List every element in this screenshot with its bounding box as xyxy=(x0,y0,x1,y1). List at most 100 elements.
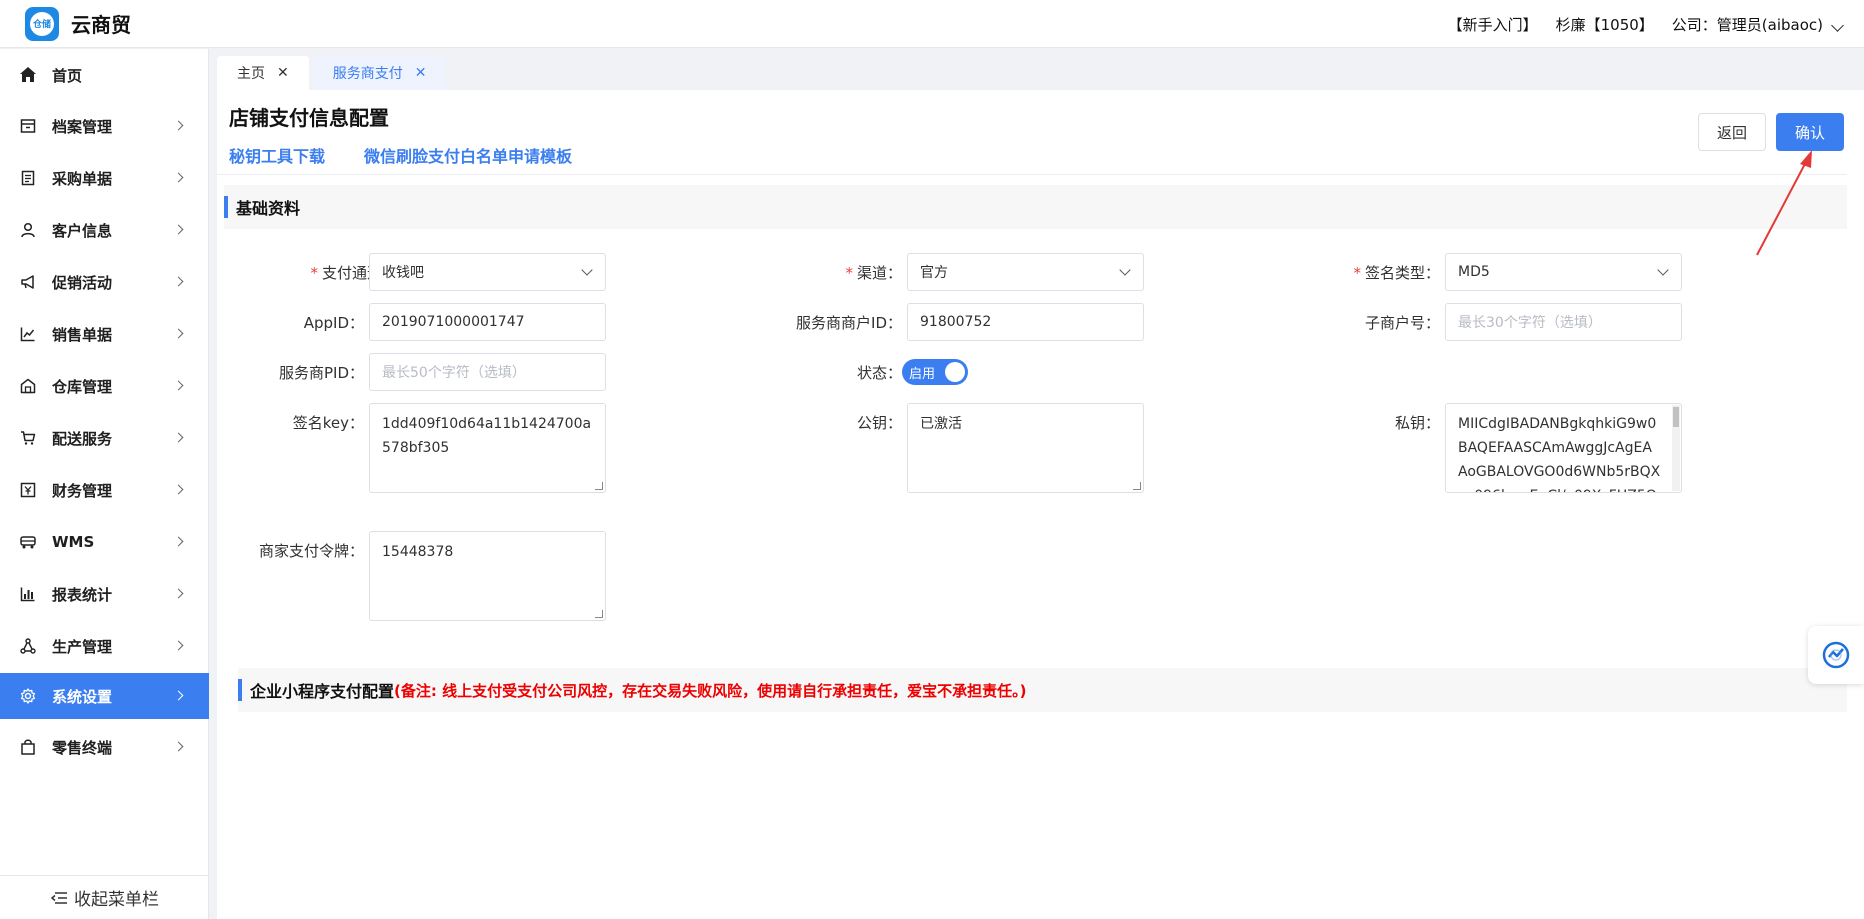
sidebar-item-customer[interactable]: 客户信息 xyxy=(0,207,209,253)
route-label: * 渠道： xyxy=(845,264,902,282)
chevron-right-icon xyxy=(173,172,184,183)
bag-icon xyxy=(18,737,38,757)
channel-value: 收钱吧 xyxy=(382,265,424,281)
status-label: 状态： xyxy=(856,364,902,382)
sidebar-item-home[interactable]: 首页 xyxy=(0,52,209,98)
sidebar-item-purchase[interactable]: 采购单据 xyxy=(0,155,209,201)
token-textarea[interactable]: 15448378 xyxy=(369,531,606,621)
top-header: 仓储 云商贸 【新手入门】 杉廉【1050】 公司：管理员(aibaoc) xyxy=(0,0,1864,48)
route-value: 官方 xyxy=(920,265,948,281)
chevron-right-icon xyxy=(173,120,184,131)
sidebar-item-label: 采购单据 xyxy=(52,169,113,188)
sub-merchant-label: 子商户号： xyxy=(1364,314,1440,332)
appid-input[interactable]: 2019071000001747 xyxy=(369,303,606,341)
sidebar-item-label: 客户信息 xyxy=(52,221,113,240)
section-title: 企业小程序支付配置 xyxy=(250,682,395,701)
chevron-down-icon xyxy=(1119,264,1131,276)
sidebar-item-label: WMS xyxy=(52,533,95,551)
route-select[interactable]: 官方 xyxy=(907,253,1144,291)
back-button[interactable]: 返回 xyxy=(1698,113,1766,151)
sidebar-item-retail[interactable]: 零售终端 xyxy=(0,724,209,770)
public-key-label: 公钥： xyxy=(856,414,902,432)
merchant-id-value: 91800752 xyxy=(920,314,992,330)
bar-chart-icon xyxy=(18,584,38,604)
sidebar-item-label: 系统设置 xyxy=(52,687,113,706)
chevron-right-icon xyxy=(173,640,184,651)
pid-placeholder: 最长50个字符（选填） xyxy=(382,365,526,381)
resize-handle[interactable] xyxy=(595,610,603,618)
section-accent-bar xyxy=(224,196,228,218)
collapse-menu-icon xyxy=(50,890,68,906)
sidebar-item-delivery[interactable]: 配送服务 xyxy=(0,415,209,461)
pid-label: 服务商PID： xyxy=(278,364,364,382)
chevron-right-icon xyxy=(173,380,184,391)
token-value: 15448378 xyxy=(382,544,454,560)
app-logo: 仓储 xyxy=(25,6,59,41)
sign-key-label: 签名key： xyxy=(292,414,364,432)
sign-type-label: * 签名类型： xyxy=(1353,264,1440,282)
gear-icon xyxy=(18,686,38,706)
scrollbar-thumb[interactable] xyxy=(1673,407,1679,427)
private-key-textarea[interactable]: MIICdgIBADANBgkqhkiG9w0BAQEFAASCAmAwggJc… xyxy=(1445,403,1682,493)
truck-icon xyxy=(18,532,38,552)
app-name: 云商贸 xyxy=(71,13,131,37)
user-icon xyxy=(18,220,38,240)
route-label-text: 渠道： xyxy=(856,264,902,282)
resize-handle[interactable] xyxy=(1133,482,1141,490)
sidebar-item-label: 财务管理 xyxy=(52,481,113,500)
sub-merchant-input[interactable]: 最长30个字符（选填） xyxy=(1445,303,1682,341)
sidebar-item-promotion[interactable]: 促销活动 xyxy=(0,259,209,305)
finance-icon xyxy=(18,480,38,500)
sidebar-item-label: 销售单据 xyxy=(52,325,113,344)
floating-help-button[interactable] xyxy=(1808,626,1864,684)
guide-link[interactable]: 【新手入门】 xyxy=(1448,14,1538,35)
page-title: 店铺支付信息配置 xyxy=(229,106,389,130)
sidebar-item-finance[interactable]: 财务管理 xyxy=(0,467,209,513)
tab-home[interactable]: 主页 ✕ xyxy=(217,56,309,90)
sidebar-item-production[interactable]: 生产管理 xyxy=(0,623,209,669)
sign-type-value: MD5 xyxy=(1458,264,1490,280)
page-tabs: 主页 ✕ 服务商支付 ✕ xyxy=(217,56,450,90)
sidebar-item-warehouse[interactable]: 仓库管理 xyxy=(0,363,209,409)
sidebar-item-reports[interactable]: 报表统计 xyxy=(0,571,209,617)
key-tool-download-link[interactable]: 秘钥工具下载 xyxy=(229,143,325,167)
sidebar-item-sales[interactable]: 销售单据 xyxy=(0,311,209,357)
toggle-knob xyxy=(945,362,965,382)
sidebar-item-label: 生产管理 xyxy=(52,637,113,656)
sign-type-select[interactable]: MD5 xyxy=(1445,253,1682,291)
close-icon[interactable]: ✕ xyxy=(277,65,289,81)
sidebar-item-archive[interactable]: 档案管理 xyxy=(0,103,209,149)
private-key-value: MIICdgIBADANBgkqhkiG9w0BAQEFAASCAmAwggJc… xyxy=(1458,416,1661,492)
tab-provider-payment[interactable]: 服务商支付 ✕ xyxy=(312,56,447,90)
sidebar-item-wms[interactable]: WMS xyxy=(0,519,209,565)
collapse-menu-button[interactable]: 收起菜单栏 xyxy=(0,875,209,919)
store-name[interactable]: 杉廉【1050】 xyxy=(1556,14,1654,35)
channel-select[interactable]: 收钱吧 xyxy=(369,253,606,291)
warehouse-icon xyxy=(18,376,38,396)
sidebar-item-label: 促销活动 xyxy=(52,273,113,292)
megaphone-icon xyxy=(18,272,38,292)
company-user-text: 公司：管理员(aibaoc) xyxy=(1671,15,1823,34)
sidebar-item-settings[interactable]: 系统设置 xyxy=(0,673,209,719)
archive-icon xyxy=(18,116,38,136)
sign-key-textarea[interactable]: 1dd409f10d64a11b1424700a578bf305 xyxy=(369,403,606,493)
chevron-right-icon xyxy=(173,432,184,443)
merchant-id-input[interactable]: 91800752 xyxy=(907,303,1144,341)
divider xyxy=(217,174,1847,175)
chevron-right-icon xyxy=(173,536,184,547)
sidebar-item-label: 首页 xyxy=(52,66,83,85)
company-user-menu[interactable]: 公司：管理员(aibaoc) xyxy=(1671,14,1844,35)
confirm-button[interactable]: 确认 xyxy=(1776,113,1844,151)
sidebar-item-label: 配送服务 xyxy=(52,429,113,448)
wechat-whitelist-template-link[interactable]: 微信刷脸支付白名单申请模板 xyxy=(364,143,572,167)
appid-value: 2019071000001747 xyxy=(382,314,525,330)
resize-handle[interactable] xyxy=(595,482,603,490)
status-toggle-text: 启用 xyxy=(909,366,936,382)
status-toggle[interactable]: 启用 xyxy=(902,359,968,385)
public-key-textarea[interactable]: 已激活 xyxy=(907,403,1144,493)
chevron-right-icon xyxy=(173,690,184,701)
pid-input[interactable]: 最长50个字符（选填） xyxy=(369,353,606,391)
close-icon[interactable]: ✕ xyxy=(415,65,427,81)
miniprogram-section-header: 企业小程序支付配置 (备注: 线上支付受支付公司风控，存在交易失败风险，使用请自行… xyxy=(238,668,1847,712)
textarea-scrollbar[interactable] xyxy=(1672,405,1680,491)
